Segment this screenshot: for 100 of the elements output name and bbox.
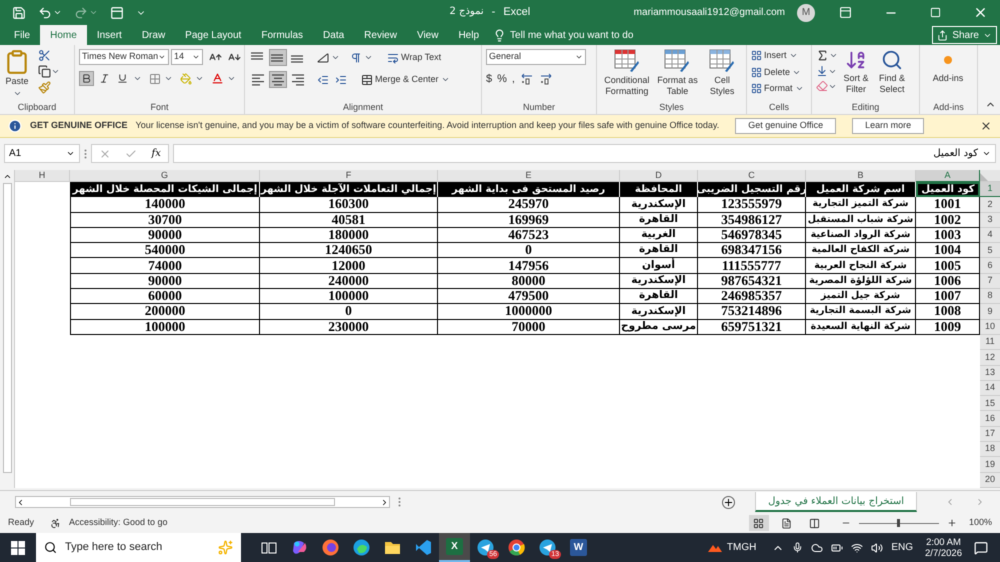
header-cell[interactable]: إجمالى الشيكات المحصلة خلال الشهر [70, 182, 260, 198]
column-header[interactable]: B [806, 170, 916, 182]
cloud-icon[interactable] [811, 542, 824, 554]
save-icon[interactable] [12, 6, 26, 20]
sheet-tab[interactable]: استخراج بيانات العملاء في جدول [755, 492, 917, 512]
row-number[interactable]: 5 [980, 243, 1000, 258]
menu-tab[interactable]: Insert [86, 25, 132, 45]
cells-button[interactable]: Delete [764, 66, 790, 79]
caret-icon[interactable] [51, 67, 60, 76]
row-number[interactable]: 1 [980, 182, 1000, 198]
close-icon[interactable] [980, 120, 992, 132]
info-button[interactable]: Get genuine Office [735, 118, 836, 134]
menu-tab[interactable]: Home [40, 25, 87, 45]
scroll-up-icon[interactable] [2, 172, 12, 181]
row-number[interactable]: 10 [980, 320, 1000, 335]
header-cell[interactable]: اسم شركة العميل [806, 182, 916, 198]
undo-icon[interactable] [38, 6, 52, 20]
row-number[interactable]: 16 [980, 411, 1000, 427]
header-cell[interactable]: رقم التسجيل الضريبى [698, 182, 806, 198]
row-number[interactable]: 19 [980, 457, 1000, 473]
header-cell[interactable]: رصيد المستحق فى بداية الشهر [438, 182, 620, 198]
column-header[interactable]: H [15, 170, 70, 182]
formula-input[interactable]: كود العميل [173, 144, 996, 163]
share-button[interactable]: Share [932, 26, 997, 44]
clear-icon[interactable] [816, 80, 828, 92]
battery-icon[interactable] [831, 542, 844, 554]
menu-tab[interactable]: View [406, 25, 448, 45]
caret-icon[interactable] [133, 74, 142, 83]
text-direction-icon[interactable] [350, 52, 362, 64]
search-icon[interactable] [44, 541, 57, 554]
ribbon-button[interactable]: Sort & Filter [838, 49, 874, 101]
horizontal-align-button[interactable] [269, 71, 287, 88]
column-header[interactable]: E [438, 170, 620, 182]
row-number[interactable]: 12 [980, 350, 1000, 366]
wifi-icon[interactable] [851, 542, 864, 554]
caret-icon[interactable] [227, 74, 236, 83]
cells-button[interactable]: Format [764, 82, 793, 96]
taskbar-search-bar[interactable]: Type here to search [36, 533, 241, 562]
form-icon[interactable] [110, 6, 124, 20]
microphone-icon[interactable] [792, 542, 804, 553]
font-size-select[interactable]: 14 [171, 49, 203, 65]
fox-browser-icon[interactable] [322, 539, 339, 556]
ribbon-button[interactable]: Find & Select [874, 49, 910, 101]
column-header[interactable]: F [260, 170, 438, 182]
row-number[interactable]: 4 [980, 228, 1000, 244]
menu-tab[interactable]: File [4, 25, 40, 45]
zoom-percent[interactable]: 100% [968, 516, 992, 530]
view-button[interactable] [748, 515, 769, 531]
notifications-icon[interactable] [974, 540, 988, 554]
name-box[interactable]: A1 [4, 144, 80, 163]
round-browser-icon[interactable] [508, 539, 525, 556]
row-number[interactable]: 9 [980, 304, 1000, 320]
number-style-button[interactable]: , [512, 71, 515, 88]
zoom-thumb[interactable] [897, 519, 900, 527]
spreadsheet-app-icon[interactable]: X [446, 538, 463, 555]
caret-icon[interactable] [440, 75, 450, 84]
decrease-indent-icon[interactable] [317, 74, 329, 86]
row-number[interactable]: 2 [980, 197, 1000, 213]
row-number[interactable]: 3 [980, 212, 1000, 228]
column-header[interactable]: C [698, 170, 806, 182]
language-indicator[interactable]: ENG [891, 540, 914, 555]
clock-time[interactable]: 2:00 AM [926, 536, 961, 548]
increase-indent-icon[interactable] [335, 74, 347, 86]
caret-icon[interactable] [364, 53, 373, 62]
vertical-align-button[interactable] [269, 49, 287, 66]
row-number[interactable]: 17 [980, 426, 1000, 442]
search-field[interactable]: Type here to search [65, 539, 185, 556]
row-number[interactable]: 7 [980, 274, 1000, 290]
scroll-right-icon[interactable] [380, 498, 389, 506]
wave-browser-icon[interactable] [353, 539, 370, 556]
copy-icon[interactable] [38, 65, 51, 78]
bold-button[interactable] [79, 71, 94, 86]
font-color-icon[interactable] [211, 72, 224, 85]
accessibility-status[interactable]: Accessibility: Good to go [69, 516, 168, 530]
caret-icon[interactable] [164, 74, 173, 83]
tell-me-field[interactable]: Tell me what you want to do [510, 28, 660, 42]
clock-date[interactable]: 2/7/2026 [925, 548, 962, 558]
zoom-slider[interactable] [858, 519, 939, 527]
orientation-icon[interactable] [317, 52, 329, 64]
fill-color-icon[interactable] [180, 72, 192, 84]
info-button[interactable]: Learn more [852, 118, 924, 134]
row-number[interactable]: 11 [980, 334, 1000, 350]
cut-icon[interactable] [38, 49, 51, 62]
menu-tab[interactable]: Page Layout [175, 25, 252, 45]
document-app-icon[interactable]: W [570, 539, 587, 556]
code-editor-icon[interactable] [415, 539, 432, 556]
header-cell[interactable]: المحافظة [620, 182, 698, 198]
borders-icon[interactable] [149, 72, 161, 84]
caret-icon[interactable] [53, 8, 62, 17]
number-style-button[interactable]: % [497, 71, 507, 88]
caret-icon[interactable] [331, 53, 340, 62]
ribbon-display-icon[interactable] [839, 6, 852, 19]
expand-icon[interactable] [982, 149, 991, 158]
fill-icon[interactable] [816, 65, 828, 77]
row-number[interactable]: 14 [980, 380, 1000, 396]
header-cell[interactable]: إجمالي التعاملات الآجلة خلال الشهر [260, 182, 438, 198]
swirl-app-icon[interactable] [291, 539, 308, 556]
column-header[interactable]: D [620, 170, 698, 182]
menu-tab[interactable]: Formulas [251, 25, 314, 45]
restore-icon[interactable] [930, 7, 941, 18]
